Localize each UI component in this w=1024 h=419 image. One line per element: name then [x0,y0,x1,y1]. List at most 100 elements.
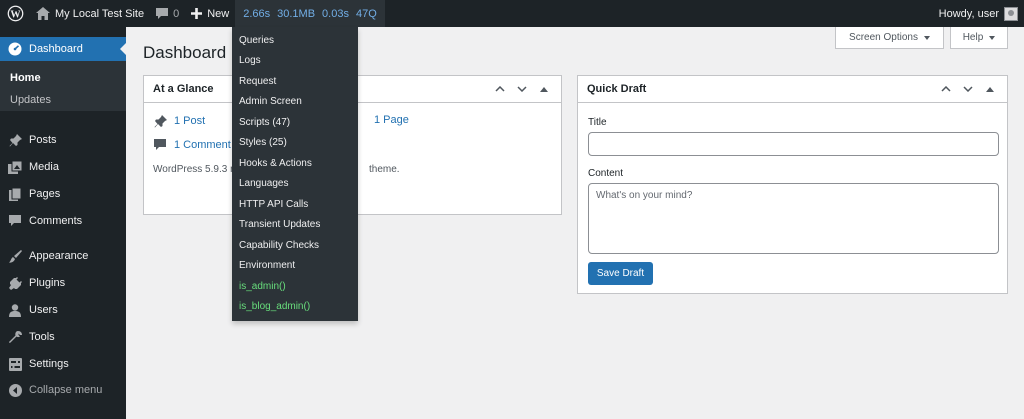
wrench-icon [8,330,22,344]
site-name: My Local Test Site [55,7,145,20]
qm-menu-hooks-actions[interactable]: Hooks & Actions [239,158,312,169]
qm-menu-is-admin[interactable]: is_admin() [239,281,286,292]
help-label: Help [962,32,984,43]
widget-controls [491,80,561,98]
content-field-label: Content [588,168,624,179]
chevron-down-icon [923,35,930,40]
menu-comments[interactable]: Comments [0,209,126,233]
widget-controls [937,80,1007,98]
paintbrush-icon [8,249,22,263]
dashboard-gauge-icon [8,42,22,56]
wordpress-version-text: WordPress 5.9.3 r [153,164,234,175]
move-down-icon[interactable] [959,80,977,98]
qm-menu-admin-screen[interactable]: Admin Screen [239,96,302,107]
collapse-menu-label: Collapse menu [29,384,103,396]
comments-count: 0 [173,7,180,20]
howdy-greeting: Howdy, user [938,7,999,20]
menu-tools-label: Tools [29,331,55,343]
screen-options-button[interactable]: Screen Options [835,27,944,49]
qm-menu-scripts[interactable]: Scripts (47) [239,117,290,128]
pushpin-icon [8,133,22,147]
title-field-label: Title [588,117,607,128]
move-down-icon[interactable] [513,80,531,98]
comments-link[interactable]: 0 [150,0,185,27]
menu-dashboard[interactable]: Dashboard [0,37,126,61]
qm-menu-transient-updates[interactable]: Transient Updates [239,219,320,230]
qm-time: 2.66s [243,7,271,20]
qm-menu-logs[interactable]: Logs [239,55,261,66]
menu-media[interactable]: Media [0,155,126,179]
comment-bubble-icon [156,7,169,20]
move-up-icon[interactable] [937,80,955,98]
glance-posts-link[interactable]: 1 Post [154,114,205,128]
qm-menu-is-blog-admin[interactable]: is_blog_admin() [239,301,310,312]
help-button[interactable]: Help [950,27,1008,49]
user-icon [8,303,22,317]
menu-users[interactable]: Users [0,298,126,322]
pushpin-icon [154,114,168,128]
glance-pages-link[interactable]: 1 Page [374,114,409,126]
menu-appearance-label: Appearance [29,250,89,262]
query-monitor-menu: Queries Logs Request Admin Screen Script… [232,27,358,321]
menu-tools[interactable]: Tools [0,325,126,349]
plus-icon [191,8,203,19]
query-monitor-stats[interactable]: 2.66s 30.1MB 0.03s 47Q [235,0,385,27]
menu-pages[interactable]: Pages [0,182,126,206]
user-account-menu[interactable]: Howdy, user [933,0,1024,27]
title-input[interactable] [588,132,999,156]
plug-icon [8,276,22,290]
toggle-panel-icon[interactable] [981,80,999,98]
menu-plugins-label: Plugins [29,277,66,289]
qm-menu-capability-checks[interactable]: Capability Checks [239,240,319,251]
save-draft-button[interactable]: Save Draft [588,262,653,285]
glance-comments-link[interactable]: 1 Comment [154,138,231,152]
at-a-glance-title: At a Glance [153,83,214,95]
menu-pages-label: Pages [29,188,61,200]
wordpress-logo-icon[interactable]: W [2,0,28,27]
content-placeholder: What's on your mind? [596,190,693,201]
qm-memory: 30.1MB [277,7,316,20]
qm-menu-http-api-calls[interactable]: HTTP API Calls [239,199,308,210]
dashboard-submenu: Home Updates [0,61,126,111]
glance-pages-count: 1 Page [374,114,409,126]
collapse-menu-button[interactable]: Collapse menu [0,378,126,402]
qm-queries: 47Q [355,7,377,20]
quick-draft-header: Quick Draft [578,76,1007,103]
qm-menu-styles[interactable]: Styles (25) [239,137,287,148]
menu-comments-label: Comments [29,215,83,227]
screen-options-label: Screen Options [849,32,918,43]
chevron-down-icon [989,35,996,40]
glance-posts-count: 1 Post [174,115,206,127]
menu-plugins[interactable]: Plugins [0,271,126,295]
qm-menu-request[interactable]: Request [239,76,276,87]
home-icon [36,7,50,20]
quick-draft-widget: Quick Draft Title Content What's on your… [577,75,1008,294]
menu-appearance[interactable]: Appearance [0,244,126,268]
qm-menu-languages[interactable]: Languages [239,178,289,189]
menu-users-label: Users [29,304,58,316]
menu-posts[interactable]: Posts [0,128,126,152]
site-name-link[interactable]: My Local Test Site [30,0,150,27]
qm-menu-environment[interactable]: Environment [239,260,295,271]
svg-text:W: W [10,9,21,20]
menu-media-label: Media [29,161,59,173]
submenu-updates[interactable]: Updates [10,94,51,106]
qm-db-time: 0.03s [322,7,349,20]
comment-bubble-icon [8,214,22,228]
collapse-arrow-icon [8,383,22,397]
submenu-home[interactable]: Home [10,72,41,84]
media-icon [8,160,22,174]
quick-draft-title: Quick Draft [587,83,647,95]
qm-menu-queries[interactable]: Queries [239,35,274,46]
toggle-panel-icon[interactable] [535,80,553,98]
glance-comments-count: 1 Comment [174,139,231,151]
pages-icon [8,187,22,201]
new-content-link[interactable]: New [185,0,235,27]
move-up-icon[interactable] [491,80,509,98]
page-title: Dashboard [143,43,227,62]
menu-settings[interactable]: Settings [0,352,126,376]
menu-settings-label: Settings [29,358,69,370]
new-label: New [207,7,230,20]
comment-bubble-icon [154,138,168,152]
content-textarea[interactable]: What's on your mind? [588,183,999,254]
